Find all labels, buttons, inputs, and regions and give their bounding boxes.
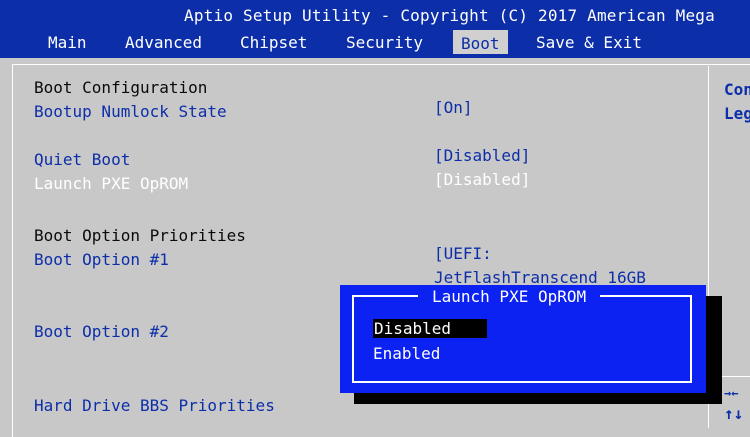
value-boot-option-1-line1[interactable]: [UEFI: [434,244,492,263]
tab-advanced[interactable]: Advanced [125,33,202,52]
value-launch-pxe-oprom[interactable]: [Disabled] [434,170,530,189]
popup-option-enabled[interactable]: Enabled [373,344,440,363]
tab-security[interactable]: Security [346,33,423,52]
up-down-arrows-icon: ↑↓ [724,404,744,423]
setting-hard-drive-bbs-priorities[interactable]: Hard Drive BBS Priorities [34,396,275,415]
popup-option-disabled[interactable]: Disabled [373,319,487,338]
help-text-line1: Con [724,80,750,99]
tab-main[interactable]: Main [48,33,87,52]
value-bootup-numlock-state[interactable]: [On] [434,98,473,117]
tab-chipset[interactable]: Chipset [240,33,307,52]
setting-bootup-numlock-state[interactable]: Bootup Numlock State [34,102,227,121]
help-text-line2: Leg [724,104,750,123]
popup-frame [352,295,692,383]
setting-quiet-boot[interactable]: Quiet Boot [34,150,130,169]
tab-boot[interactable]: Boot [453,30,508,54]
section-boot-configuration: Boot Configuration [34,78,208,97]
setting-boot-option-2[interactable]: Boot Option #2 [34,322,169,341]
left-right-arrows-icon: →← [724,386,739,400]
app-title: Aptio Setup Utility - Copyright (C) 2017… [184,6,715,25]
setting-boot-option-1[interactable]: Boot Option #1 [34,250,169,269]
section-boot-option-priorities: Boot Option Priorities [34,226,246,245]
title-bar: Aptio Setup Utility - Copyright (C) 2017… [0,0,750,58]
tab-save-exit[interactable]: Save & Exit [536,33,642,52]
launch-pxe-oprom-popup: Launch PXE OpROM Disabled Enabled [340,285,706,393]
value-quiet-boot[interactable]: [Disabled] [434,146,530,165]
setting-launch-pxe-oprom[interactable]: Launch PXE OpROM [34,174,188,193]
popup-title: Launch PXE OpROM [418,287,601,306]
